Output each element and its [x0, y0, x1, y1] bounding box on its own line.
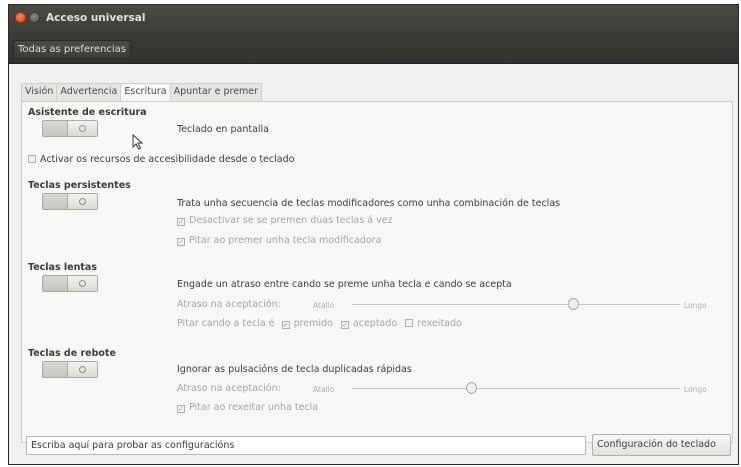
accepted-label: aceptado	[352, 318, 398, 329]
slow-keys-heading: Teclas lentas	[28, 262, 97, 273]
slow-long-label: Longo	[684, 301, 707, 310]
tab-typing[interactable]: Escritura	[120, 83, 171, 102]
keyboard-activation-row[interactable]: Activar os recursos de accesibilidade de…	[28, 154, 294, 165]
slow-delay-slider[interactable]	[352, 298, 680, 310]
sticky-keys-switch[interactable]	[42, 193, 98, 210]
test-typing-input[interactable]: Escriba aquí para probar as configuració…	[26, 436, 586, 455]
content-area: Visión Advertencia Escritura Apuntar e p…	[9, 65, 738, 464]
slow-short-label: Atallo	[313, 301, 335, 310]
slow-beep-label: Pitar cando a tecla é	[177, 318, 275, 329]
keyboard-activation-checkbox[interactable]	[28, 155, 36, 163]
typing-panel: Asistente de escritura Teclado en pantal…	[21, 101, 733, 443]
sticky-beep-label: Pitar ao premer unha tecla modificadora	[189, 235, 382, 246]
minimize-icon[interactable]	[29, 12, 40, 23]
tab-pointing[interactable]: Apuntar e premer	[169, 83, 263, 101]
bounce-delay-label: Atraso na aceptación:	[177, 383, 281, 394]
typing-assistant-heading: Asistente de escritura	[28, 107, 147, 118]
bounce-keys-heading: Teclas de rebote	[28, 348, 116, 359]
sticky-beep-row[interactable]: ✓ Pitar ao premer unha tecla modificadora	[177, 235, 381, 246]
onscreen-keyboard-switch[interactable]	[42, 120, 98, 137]
pressed-checkbox[interactable]: ✓	[281, 321, 290, 329]
sticky-disable-label: Desactivar se se premen dúas teclas á ve…	[189, 215, 393, 226]
bounce-beep-row[interactable]: ✓ Pitar ao rexeitar unha tecla	[177, 402, 318, 413]
accepted-checkbox[interactable]: ✓	[340, 321, 349, 329]
onscreen-keyboard-label: Teclado en pantalla	[177, 124, 269, 135]
all-preferences-button[interactable]: Todas as preferencias	[13, 40, 131, 59]
pressed-label: premido	[293, 318, 333, 329]
keyboard-settings-button[interactable]: Configuración do teclado	[592, 434, 731, 456]
sticky-keys-heading: Teclas persistentes	[28, 180, 131, 191]
titlebar: Acceso universal	[9, 5, 738, 35]
rejected-label: rexeitado	[417, 318, 462, 329]
sticky-disable-checkbox[interactable]: ✓	[177, 218, 185, 226]
sticky-beep-checkbox[interactable]: ✓	[177, 238, 185, 246]
bounce-keys-switch[interactable]	[42, 361, 98, 378]
window-title: Acceso universal	[46, 12, 146, 24]
bounce-beep-label: Pitar ao rexeitar unha tecla	[189, 402, 319, 413]
tab-bar: Visión Advertencia Escritura Apuntar e p…	[21, 83, 263, 102]
bounce-beep-checkbox[interactable]: ✓	[177, 405, 185, 413]
bounce-keys-description: Ignorar as pulsacións de tecla duplicada…	[177, 364, 412, 375]
slow-delay-thumb[interactable]	[568, 298, 579, 310]
bounce-delay-thumb[interactable]	[466, 382, 477, 394]
toolbar: Todas as preferencias	[9, 35, 738, 64]
slow-keys-switch[interactable]	[42, 275, 98, 292]
bounce-delay-slider[interactable]	[352, 382, 680, 394]
close-icon[interactable]	[15, 12, 26, 23]
slow-delay-label: Atraso na aceptación:	[177, 299, 281, 310]
tab-vision[interactable]: Visión	[21, 83, 58, 101]
tab-warning[interactable]: Advertencia	[56, 83, 122, 101]
bounce-short-label: Atallo	[313, 385, 335, 394]
slow-keys-description: Engade un atraso entre cando se preme un…	[177, 279, 512, 290]
slow-beep-row: Pitar cando a tecla é ✓ premido ✓ aceptado…	[177, 318, 462, 329]
rejected-checkbox[interactable]	[405, 319, 414, 327]
mouse-pointer-icon	[132, 134, 144, 150]
sticky-disable-row[interactable]: ✓ Desactivar se se premen dúas teclas á v…	[177, 215, 393, 226]
sticky-keys-description: Trata unha secuencia de teclas modificad…	[177, 198, 561, 209]
keyboard-activation-label: Activar os recursos de accesibilidade de…	[40, 154, 295, 165]
bounce-long-label: Longo	[684, 385, 707, 394]
window: Acceso universal Todas as preferencias V…	[8, 4, 739, 465]
